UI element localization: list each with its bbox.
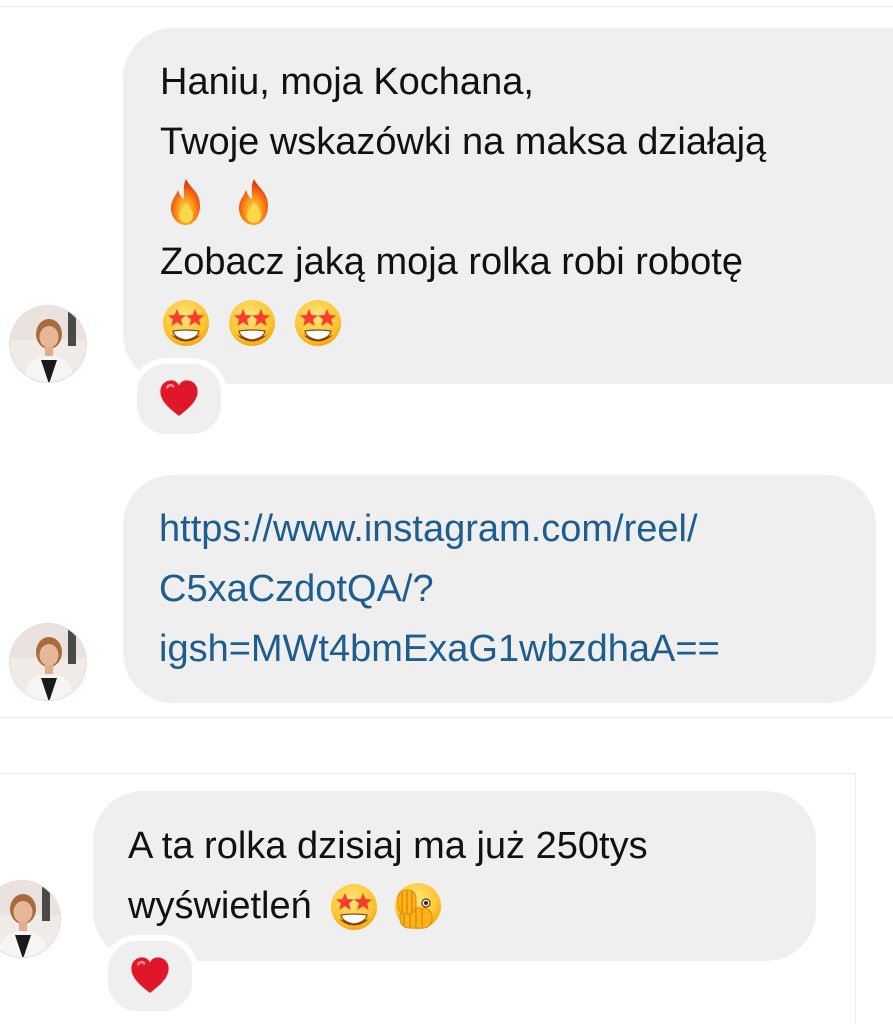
link-text-line[interactable]: igsh=MWt4bmExaG1wbzdhaA==: [159, 619, 876, 679]
reaction-badge[interactable]: [102, 935, 198, 1017]
sender-avatar[interactable]: [0, 880, 61, 958]
instagram-dm-thread: Haniu, moja Kochana, Twoje wskazówki na …: [0, 0, 893, 1024]
card-border: [0, 773, 856, 774]
card-border: [855, 773, 856, 1024]
message-text-line: Twoje wskazówki na maksa działają: [160, 121, 767, 163]
star-struck-emoji-icon: [292, 296, 344, 348]
sender-avatar[interactable]: [9, 623, 87, 701]
message-text-line: A ta rolka dzisiaj ma już 250tys: [128, 825, 648, 867]
message-bubble[interactable]: Haniu, moja Kochana, Twoje wskazówki na …: [123, 28, 893, 384]
red-heart-icon: [157, 377, 201, 421]
fire-emoji-icon: [228, 176, 280, 228]
emoji-row: [160, 172, 893, 232]
link-text-line[interactable]: C5xaCzdotQA/?: [159, 559, 876, 619]
message-text-line: wyświetleń: [128, 876, 816, 936]
star-struck-emoji-icon: [160, 296, 212, 348]
emoji-row: [160, 292, 893, 352]
section-divider: [0, 717, 893, 718]
message-bubble[interactable]: A ta rolka dzisiaj ma już 250tys wyświet…: [93, 791, 816, 961]
link-message-bubble[interactable]: https://www.instagram.com/reel/ C5xaCzdo…: [123, 475, 876, 703]
peeking-face-emoji-icon: [392, 880, 444, 932]
fire-emoji-icon: [160, 176, 212, 228]
top-divider: [0, 6, 893, 7]
star-struck-emoji-icon: [328, 880, 380, 932]
sender-avatar[interactable]: [9, 305, 87, 383]
red-heart-icon: [128, 954, 172, 998]
star-struck-emoji-icon: [226, 296, 278, 348]
link-text-line[interactable]: https://www.instagram.com/reel/: [159, 499, 876, 559]
reaction-badge[interactable]: [131, 358, 227, 440]
message-text-line: Haniu, moja Kochana,: [160, 61, 534, 103]
message-text-line: Zobacz jaką moja rolka robi robotę: [160, 241, 743, 283]
message-text: wyświetleń: [128, 885, 312, 927]
